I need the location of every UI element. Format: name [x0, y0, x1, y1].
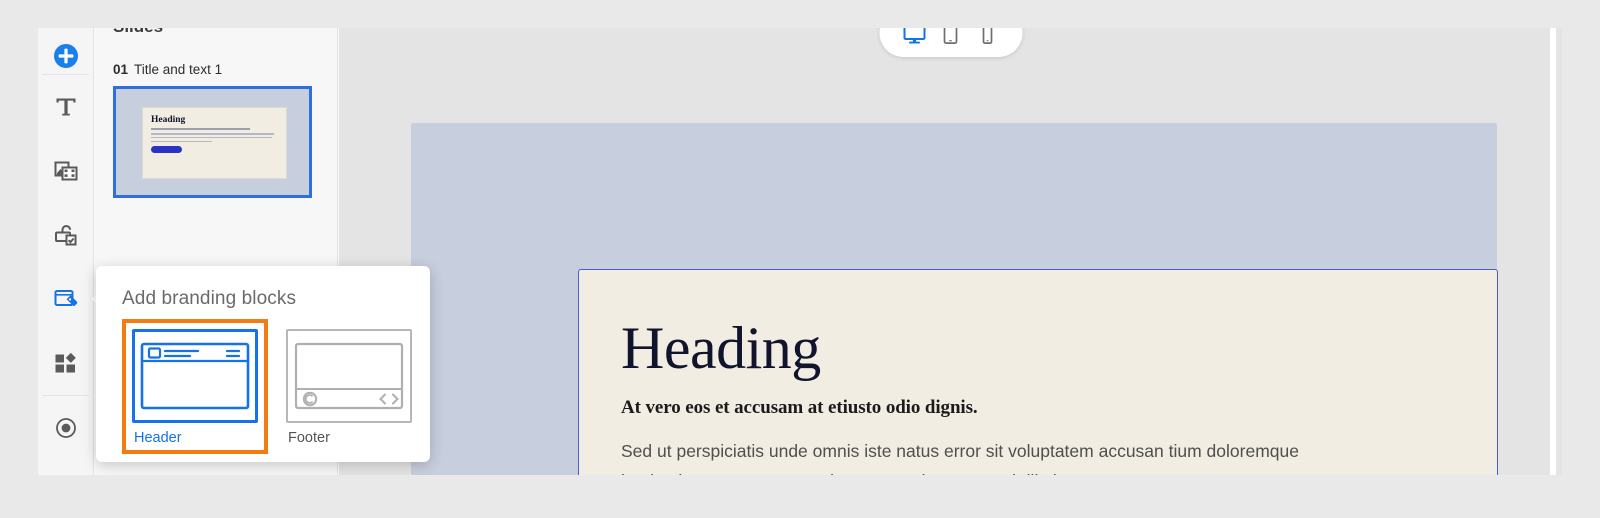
canvas-area: Heading At vero eos et accusam at etiust… [339, 28, 1562, 475]
block-body-text: Sed ut perspiciatis unde omnis iste natu… [621, 441, 1299, 475]
form-icon [53, 222, 79, 248]
desktop-view-button[interactable] [897, 28, 931, 51]
slide-list-item-label: 01 Title and text 1 [113, 62, 319, 77]
popover-title: Add branding blocks [122, 288, 297, 309]
slide-thumbnail-card: Heading [142, 107, 287, 179]
app-window: Slides 01 Title and text 1 Heading [38, 28, 1562, 475]
text-icon [53, 94, 79, 120]
sidebar-item-form[interactable] [38, 203, 93, 267]
slide-thumbnail[interactable]: Heading [113, 86, 312, 198]
rail-group-tools [38, 75, 102, 395]
branding-block-footer[interactable]: Footer [276, 319, 422, 454]
slide-thumbnail-body-lines [151, 133, 278, 143]
block-heading: Heading [621, 315, 821, 381]
tablet-view-button[interactable] [934, 28, 968, 51]
left-toolbar [38, 28, 102, 475]
header-block-label: Header [134, 430, 182, 446]
branding-block-list: Header Footer [122, 319, 430, 454]
slide-thumbnail-button [151, 146, 182, 154]
device-preview-toolbar [879, 28, 1022, 57]
slide-stage[interactable]: Heading At vero eos et accusam at etiust… [411, 123, 1498, 475]
add-icon [52, 42, 80, 70]
sidebar-item-media[interactable] [38, 139, 93, 203]
desktop-icon [902, 28, 926, 51]
sidebar-item-text[interactable] [38, 75, 93, 139]
rail-group-primary [38, 28, 93, 74]
record-icon [53, 415, 79, 441]
sidebar-item-record[interactable] [38, 396, 93, 460]
add-branding-blocks-popover: Add branding blocks Header Footer [96, 266, 430, 462]
media-icon [53, 158, 79, 184]
sidebar-item-add[interactable] [38, 28, 93, 74]
block-subheading: At vero eos et accusam at etiusto odio d… [621, 397, 978, 418]
footer-block-label: Footer [288, 430, 330, 446]
branding-block-header[interactable]: Header [122, 319, 268, 454]
slide-title: Title and text 1 [134, 62, 223, 77]
slide-number: 01 [113, 62, 129, 77]
rail-group-record [38, 396, 93, 460]
sidebar-item-blocks[interactable] [38, 331, 93, 395]
screenshot-root: Slides 01 Title and text 1 Heading [0, 0, 1600, 518]
slide-thumbnail-heading: Heading [151, 115, 186, 125]
slide-thumbnail-subline [151, 128, 251, 130]
content-block[interactable]: Heading At vero eos et accusam at etiust… [578, 269, 1498, 475]
mobile-icon [980, 28, 994, 50]
blocks-icon [53, 350, 79, 376]
tablet-icon [942, 28, 960, 50]
footer-block-thumbnail [286, 329, 412, 423]
branding-icon [53, 286, 79, 312]
mobile-view-button[interactable] [970, 28, 1004, 51]
slides-panel-title: Slides [113, 28, 319, 36]
sidebar-item-branding[interactable] [38, 267, 102, 331]
right-panel-edge [1550, 28, 1556, 475]
header-block-thumbnail [132, 329, 258, 423]
